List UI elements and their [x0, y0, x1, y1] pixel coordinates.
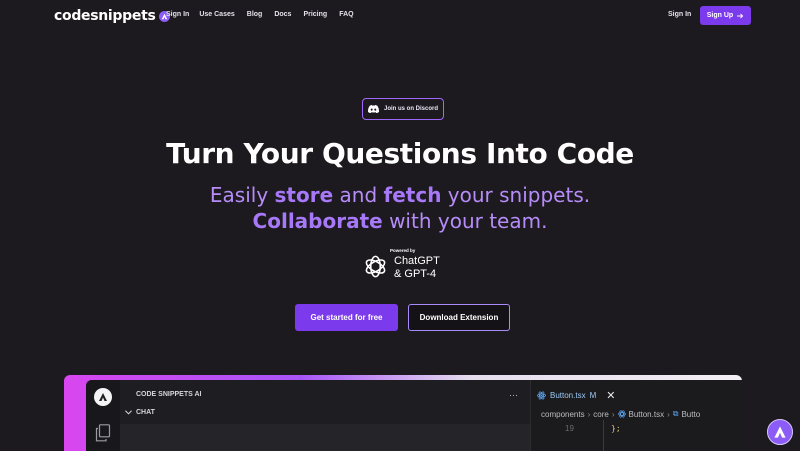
- app-logo-icon: [774, 426, 786, 438]
- code-line: };: [611, 424, 621, 433]
- symbol-icon: ⧉: [672, 409, 679, 418]
- chevron-right-icon: ›: [611, 409, 615, 419]
- nav-link-pricing[interactable]: Pricing: [303, 11, 327, 18]
- chat-label: CHAT: [136, 409, 155, 416]
- code-panel: Button.tsx M ✕ components › core › Butto…: [530, 380, 742, 451]
- powered-by-label: Powered by: [390, 248, 416, 253]
- subtitle-text: your snippets.: [441, 183, 591, 207]
- line-number: 19: [565, 424, 574, 433]
- tab-button-tsx[interactable]: Button.tsx M ✕: [531, 384, 622, 406]
- chevron-right-icon: ›: [587, 409, 591, 419]
- panel-title: CODE SNIPPETS AI: [136, 391, 202, 398]
- breadcrumb-item[interactable]: core: [593, 410, 609, 419]
- sign-up-button[interactable]: Sign Up: [700, 6, 751, 25]
- breadcrumb-item[interactable]: Button.tsx: [629, 410, 665, 419]
- subtitle-text: and: [333, 183, 384, 207]
- powered-by-name: ChatGPT & GPT-4: [394, 255, 440, 281]
- hero-title: Turn Your Questions Into Code: [166, 137, 634, 170]
- powered-by-badge: Powered by ChatGPT & GPT-4: [362, 247, 442, 285]
- breadcrumb-item[interactable]: Butto: [681, 410, 700, 419]
- chat-section-header[interactable]: CHAT: [125, 409, 155, 416]
- logo[interactable]: codesnippets: [54, 7, 170, 25]
- openai-icon: [365, 255, 386, 278]
- tab-modified-badge: M: [589, 390, 597, 400]
- logo-text: codesnippets: [54, 8, 156, 24]
- react-file-icon: [537, 390, 546, 400]
- discord-icon: [367, 105, 379, 113]
- get-started-button[interactable]: Get started for free: [295, 304, 398, 331]
- discord-label: Join us on Discord: [383, 106, 438, 112]
- download-extension-button[interactable]: Download Extension: [408, 304, 510, 331]
- chevron-down-icon: [125, 410, 132, 415]
- hero-subtitle-line-1: Easily store and fetch your snippets.: [0, 183, 800, 207]
- nav-link-sign-in[interactable]: Sign In: [166, 11, 189, 18]
- editor-preview: CODE SNIPPETS AI ··· CHAT Button.tsx M ✕…: [86, 380, 742, 451]
- indent-guide: [603, 420, 604, 451]
- react-file-icon: [617, 410, 626, 418]
- subtitle-emphasis-store: store: [274, 183, 334, 207]
- subtitle-text: Easily: [209, 183, 275, 207]
- arrow-right-icon: [737, 13, 744, 18]
- nav-link-blog[interactable]: Blog: [247, 11, 263, 18]
- more-icon[interactable]: ···: [509, 390, 518, 400]
- subtitle-text: with your team.: [382, 209, 548, 233]
- top-nav: codesnippets Sign In Use Cases Blog Docs…: [0, 0, 800, 32]
- subtitle-emphasis-fetch: fetch: [383, 183, 442, 207]
- files-icon[interactable]: [95, 424, 111, 442]
- chat-panel: CODE SNIPPETS AI ··· CHAT: [120, 380, 530, 451]
- nav-link-faq[interactable]: FAQ: [339, 11, 353, 18]
- hero-subtitle-line-2: Collaborate with your team.: [0, 209, 800, 233]
- subtitle-emphasis-collaborate: Collaborate: [252, 209, 383, 233]
- activity-bar: [86, 380, 120, 451]
- close-icon[interactable]: ✕: [606, 389, 615, 402]
- sign-up-label: Sign Up: [706, 12, 734, 19]
- chat-body: [120, 424, 530, 451]
- nav-link-use-cases[interactable]: Use Cases: [199, 11, 234, 18]
- breadcrumb-item[interactable]: components: [541, 410, 585, 419]
- sign-in-link[interactable]: Sign In: [668, 11, 691, 18]
- tab-label: Button.tsx: [550, 390, 586, 400]
- app-logo-icon[interactable]: [94, 388, 112, 406]
- chevron-right-icon: ›: [667, 409, 670, 419]
- nav-link-docs[interactable]: Docs: [274, 11, 291, 18]
- breadcrumb: components › core › Button.tsx › ⧉ Butto: [541, 409, 700, 419]
- floating-app-button[interactable]: [767, 419, 793, 445]
- discord-button[interactable]: Join us on Discord: [362, 98, 444, 120]
- powered-name-line-1: ChatGPT: [394, 255, 440, 267]
- nav-links: Sign In Use Cases Blog Docs Pricing FAQ: [166, 11, 366, 18]
- powered-name-line-2: & GPT-4: [394, 268, 437, 280]
